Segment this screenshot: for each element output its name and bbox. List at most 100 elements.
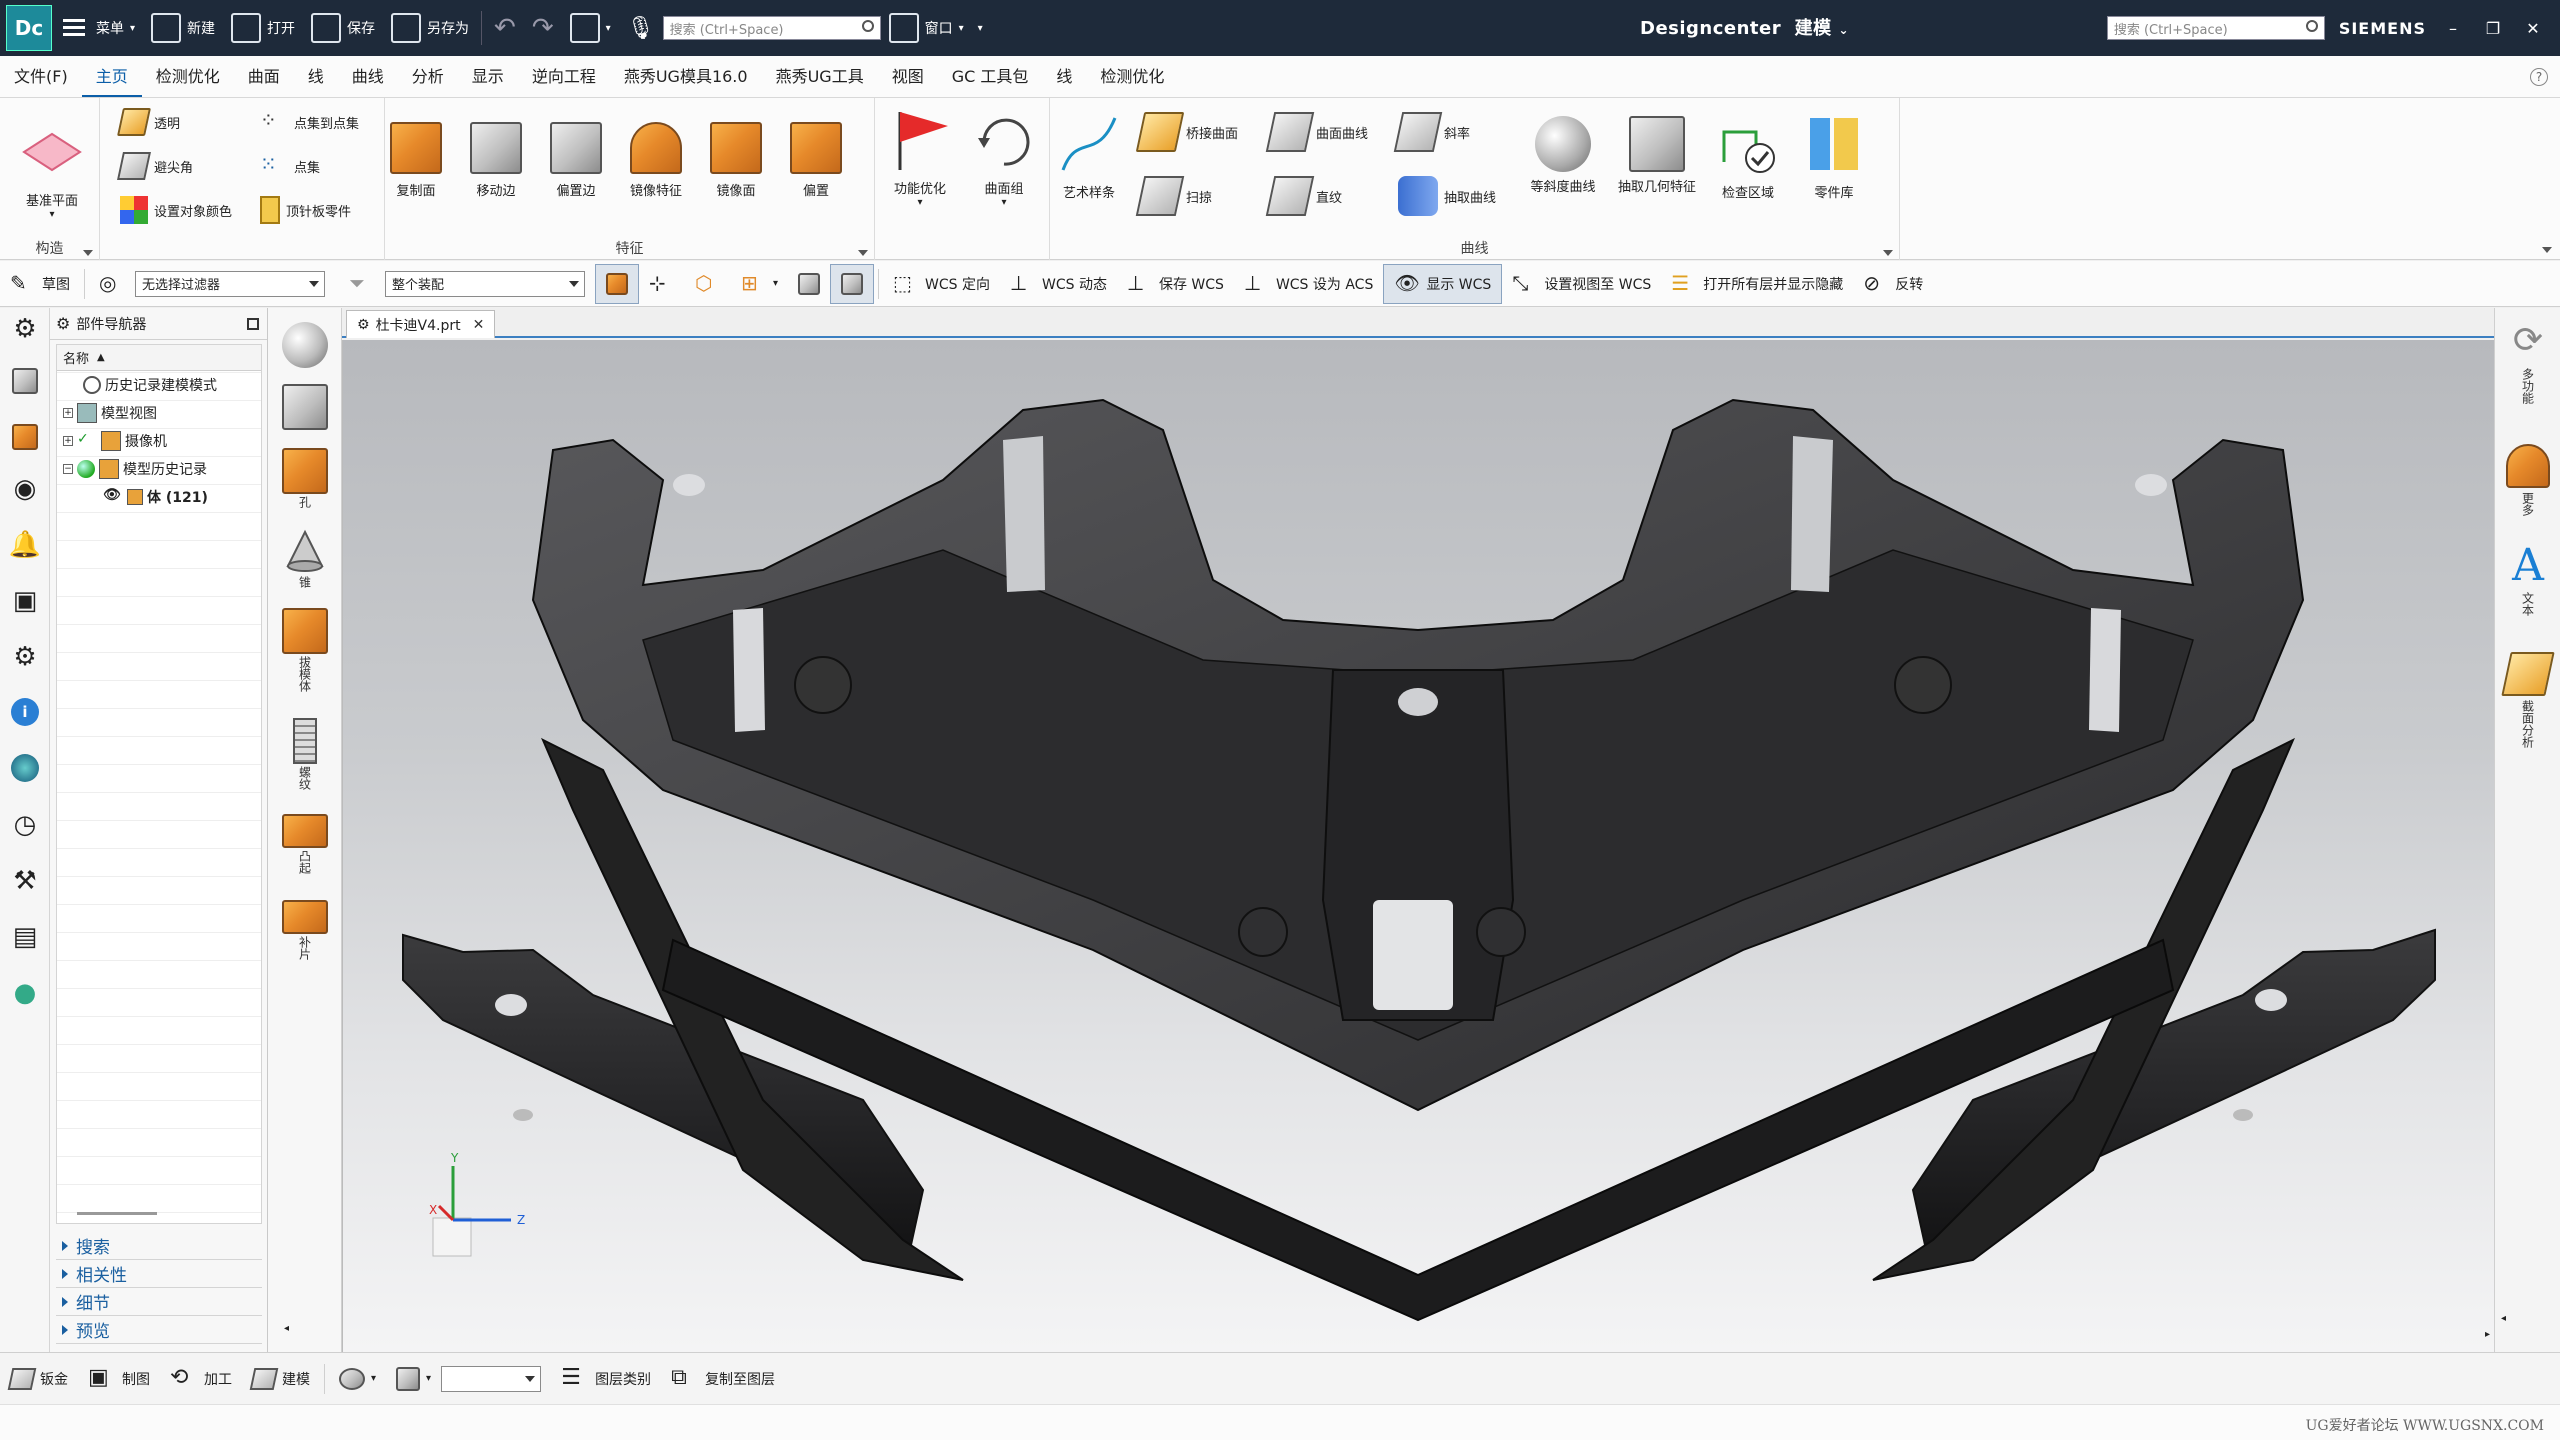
- menu-tab[interactable]: 曲线: [338, 55, 398, 97]
- copy-face-button[interactable]: 复制面: [385, 116, 447, 199]
- surface-curve-button[interactable]: 曲面曲线: [1265, 112, 1368, 152]
- check-region-button[interactable]: 检查区域: [1708, 112, 1788, 201]
- cone-button[interactable]: 锥: [282, 528, 328, 588]
- window-button[interactable]: 窗口 ▾ ▾: [881, 6, 991, 50]
- horizontal-scrollbar[interactable]: [77, 1212, 157, 1215]
- group-curve-expand-icon[interactable]: [1883, 250, 1893, 256]
- panel-dependencies[interactable]: 相关性: [56, 1260, 262, 1288]
- layer-category-button[interactable]: ☰ 图层类别: [551, 1365, 661, 1393]
- menu-tab[interactable]: 检测优化: [142, 55, 234, 97]
- block-button[interactable]: [282, 384, 328, 430]
- part-navigator-icon[interactable]: [12, 368, 38, 394]
- offset-button[interactable]: 偏置: [785, 116, 847, 199]
- assembly-scope-dropdown[interactable]: 整个装配: [385, 270, 585, 297]
- reuse-library-icon[interactable]: ▣: [8, 586, 42, 620]
- group-expand-icon[interactable]: [83, 250, 93, 256]
- tree-row-model-views[interactable]: + 模型视图: [57, 399, 261, 427]
- column-header-name[interactable]: 名称 ▲: [57, 345, 261, 371]
- art-spline-button[interactable]: 艺术样条: [1050, 112, 1128, 201]
- thread-button[interactable]: 螺纹: [282, 718, 328, 790]
- show-wcs-toggle[interactable]: 👁 显示 WCS: [1383, 263, 1503, 304]
- extract-geometry-button[interactable]: 抽取几何特征: [1614, 112, 1700, 195]
- panel-preview[interactable]: 预览: [56, 1316, 262, 1344]
- hide-filter-button[interactable]: ◎: [89, 264, 135, 304]
- menu-tab[interactable]: 线: [294, 55, 338, 97]
- text-button[interactable]: A 文本: [2503, 544, 2553, 617]
- sketch-button[interactable]: ✎ 草图: [0, 264, 80, 304]
- datum-plane-button[interactable]: 基准平面 ▾: [14, 120, 90, 220]
- scroll-right-icon[interactable]: ▸: [2485, 1329, 2490, 1340]
- minimize-icon[interactable]: –: [2440, 19, 2466, 38]
- transparent-button[interactable]: 透明: [117, 108, 180, 136]
- wcs-to-acs-button[interactable]: ⊥ WCS 设为 ACS: [1234, 264, 1383, 304]
- sphere-button[interactable]: [282, 322, 328, 368]
- roles-icon[interactable]: ⚙: [8, 642, 42, 676]
- mirror-feature-button[interactable]: 镜像特征: [625, 116, 687, 199]
- machining-button[interactable]: ⟲ 加工: [160, 1365, 242, 1393]
- wcs-dynamic-button[interactable]: ⊥ WCS 动态: [1000, 264, 1117, 304]
- move-edge-button[interactable]: 移动边: [465, 116, 527, 199]
- redo-button[interactable]: ↷: [524, 6, 562, 50]
- group-feature-expand-icon[interactable]: [858, 250, 868, 256]
- copy-to-layer-button[interactable]: ⧉ 复制至图层: [661, 1365, 785, 1393]
- info-icon[interactable]: i: [11, 698, 39, 726]
- render-style-dropdown[interactable]: ▾: [329, 1367, 386, 1390]
- offset-edge-button[interactable]: 偏置边: [545, 116, 607, 199]
- panel-search[interactable]: 搜索: [56, 1232, 262, 1260]
- modeling-button[interactable]: 建模: [242, 1367, 320, 1390]
- boss-button[interactable]: 凸起: [282, 814, 328, 874]
- new-button[interactable]: 新建: [143, 6, 223, 50]
- selection-filter-dropdown[interactable]: 无选择过滤器: [135, 270, 325, 297]
- voice-button[interactable]: 🎙: [619, 6, 663, 50]
- menu-tab[interactable]: 逆向工程: [518, 55, 610, 97]
- bridge-surface-button[interactable]: 桥接曲面: [1135, 112, 1238, 152]
- filter-funnel-button[interactable]: ⏷: [339, 264, 385, 304]
- undo-button[interactable]: ↶: [486, 6, 524, 50]
- constraint-navigator-icon[interactable]: ◉: [8, 474, 42, 508]
- view-orient-dropdown[interactable]: ▾: [386, 1366, 441, 1391]
- collapse-left-icon[interactable]: ◂: [284, 1323, 289, 1334]
- patch-button[interactable]: 补片: [282, 900, 328, 960]
- top-plate-part-button[interactable]: 顶针板零件: [260, 196, 351, 224]
- web-browser-icon[interactable]: [11, 754, 39, 782]
- global-search-input[interactable]: 搜索 (Ctrl+Space): [2106, 16, 2325, 40]
- snap-point-button[interactable]: ⊹: [639, 264, 685, 304]
- menu-tab[interactable]: 显示: [458, 55, 518, 97]
- select-body-toggle[interactable]: [595, 263, 639, 304]
- menu-tab[interactable]: 燕秀UG工具: [762, 55, 878, 97]
- tree-row-cameras[interactable]: + ✓ 摄像机: [57, 427, 261, 455]
- ruled-button[interactable]: 直纹: [1265, 176, 1342, 216]
- collapse-icon[interactable]: −: [63, 464, 73, 474]
- menu-tab[interactable]: 燕秀UG模具16.0: [610, 55, 762, 97]
- sweep-button[interactable]: 扫掠: [1135, 176, 1212, 216]
- invert-button[interactable]: ⊘ 反转: [1853, 264, 1933, 304]
- panel-details[interactable]: 细节: [56, 1288, 262, 1316]
- point-to-point-button[interactable]: ⁘ 点集到点集: [260, 108, 359, 136]
- solid-view-button[interactable]: [788, 264, 830, 304]
- assembly-navigator-icon[interactable]: [12, 424, 38, 450]
- close-icon[interactable]: ✕: [2520, 19, 2546, 38]
- history-clock-icon[interactable]: ◷: [8, 810, 42, 844]
- tree-row-model-history[interactable]: − 模型历史记录: [57, 455, 261, 483]
- extract-curve-button[interactable]: 抽取曲线: [1398, 176, 1496, 216]
- hole-button[interactable]: 孔: [282, 448, 328, 508]
- file-tab[interactable]: ⚙ 杜卡迪V4.prt ✕: [346, 310, 496, 338]
- menu-button[interactable]: 菜单 ▾: [52, 6, 143, 50]
- app-title[interactable]: Designcenter 建模 ⌄: [1640, 14, 1849, 40]
- select-face-button[interactable]: ⬡: [685, 264, 731, 304]
- point-set-button[interactable]: ⁙ 点集: [260, 152, 320, 180]
- app-logo[interactable]: Dc: [6, 5, 52, 51]
- extrude-button[interactable]: 拔模体: [282, 608, 328, 692]
- expand-icon[interactable]: +: [63, 408, 73, 418]
- close-tab-icon[interactable]: ✕: [473, 317, 485, 333]
- surface-group-button[interactable]: 曲面组 ▾: [965, 108, 1043, 208]
- wcs-orient-button[interactable]: ⬚ WCS 定向: [883, 264, 1000, 304]
- open-button[interactable]: 打开: [223, 6, 303, 50]
- optimize-button[interactable]: 功能优化 ▾: [881, 108, 959, 208]
- graphics-viewport[interactable]: Y Z X ▸: [342, 340, 2494, 1352]
- notification-bell-icon[interactable]: 🔔: [8, 530, 42, 564]
- sheet-metal-button[interactable]: 钣金: [0, 1367, 78, 1390]
- tree-row-bodies[interactable]: 👁 体 (121): [57, 483, 261, 511]
- menu-tab[interactable]: 分析: [398, 55, 458, 97]
- command-search-input[interactable]: 搜索 (Ctrl+Space): [662, 16, 881, 40]
